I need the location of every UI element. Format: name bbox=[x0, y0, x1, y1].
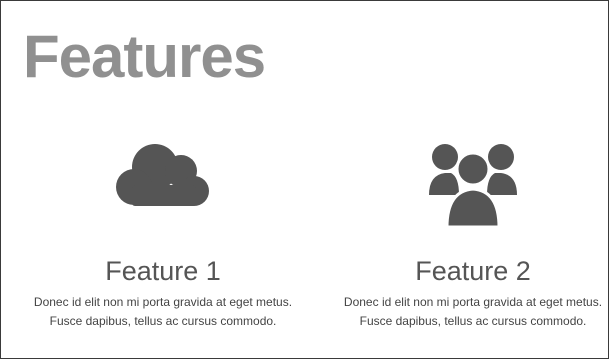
feature-title: Feature 1 bbox=[105, 256, 221, 286]
feature-description: Donec id elit non mi porta gravida at eg… bbox=[343, 295, 603, 328]
cloud-icon bbox=[18, 139, 308, 231]
feature-card-2: Feature 2 Donec id elit non mi porta gra… bbox=[328, 139, 608, 330]
page-frame: Features Feature 1 Donec id elit non mi … bbox=[0, 0, 609, 359]
users-icon bbox=[328, 139, 608, 231]
feature-card-1: Feature 1 Donec id elit non mi porta gra… bbox=[18, 139, 308, 330]
feature-description: Donec id elit non mi porta gravida at eg… bbox=[33, 295, 293, 328]
feature-title: Feature 2 bbox=[415, 256, 531, 286]
page-title: Features bbox=[23, 23, 266, 90]
